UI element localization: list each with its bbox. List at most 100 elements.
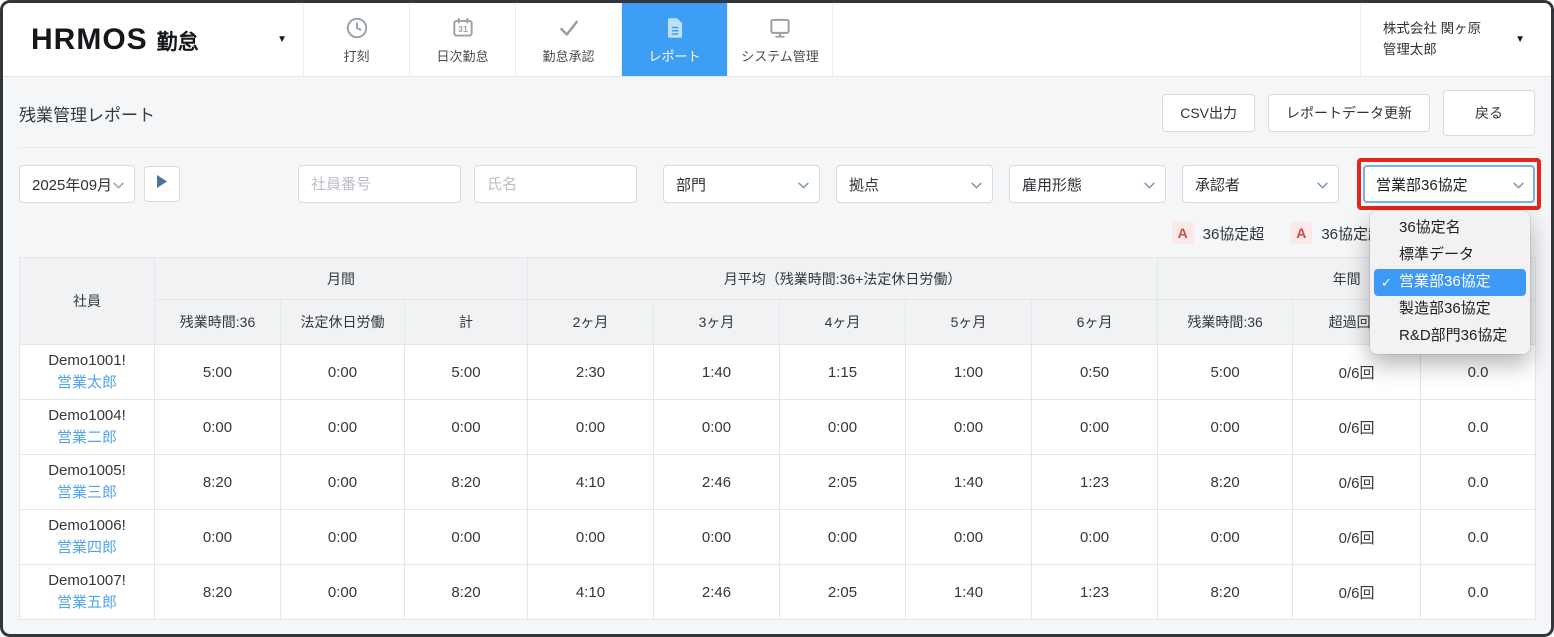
filter-row: 2025年09月 部門 拠点 雇用形態 承認者 営業部36協定	[19, 165, 1535, 203]
value-cell: 0/6回	[1293, 455, 1421, 510]
app-window: HRMOS 勤怠 ▼ 打刻31日次勤怠勤怠承認レポートシステム管理 株式会社 関…	[0, 0, 1554, 637]
overtime-report-table: 社員月間月平均（残業時間:36+法定休日労働）年間残業時間:36法定休日労働計2…	[19, 257, 1536, 620]
approver-select[interactable]: 承認者	[1182, 165, 1339, 203]
agreement-select-wrap: 営業部36協定 36協定名標準データ✓営業部36協定製造部36協定R&D部門36…	[1363, 165, 1535, 203]
nav-tabs: 打刻31日次勤怠勤怠承認レポートシステム管理	[303, 3, 833, 76]
employee-link[interactable]: 営業四郎	[57, 537, 117, 559]
column-header: 計	[405, 300, 528, 345]
employee-link[interactable]: 営業二郎	[57, 427, 117, 449]
value-cell: 0:00	[281, 510, 405, 565]
back-button[interactable]: 戻る	[1443, 90, 1535, 136]
value-cell: 0:00	[1032, 400, 1158, 455]
check-icon	[556, 15, 582, 42]
brand[interactable]: HRMOS 勤怠 ▼	[3, 3, 303, 76]
play-arrow-icon	[157, 175, 167, 193]
employee-cell: Demo1005!営業三郎	[20, 455, 155, 510]
column-header: 5ヶ月	[906, 300, 1032, 345]
value-cell: 0:00	[155, 400, 281, 455]
chevron-down-icon	[798, 176, 809, 193]
chevron-down-icon[interactable]: ▼	[1515, 34, 1525, 45]
alert-badge: A	[1290, 222, 1312, 244]
value-cell: 5:00	[1158, 345, 1293, 400]
toolbar: CSV出力レポートデータ更新戻る	[1162, 90, 1535, 136]
chevron-down-icon[interactable]: ▼	[277, 34, 287, 45]
nav-tab-system[interactable]: システム管理	[727, 3, 833, 76]
employee-name-input[interactable]	[474, 165, 637, 203]
office-select-value: 拠点	[849, 174, 879, 195]
value-cell: 4:10	[528, 565, 654, 620]
value-cell: 0.0	[1421, 400, 1536, 455]
column-header: 残業時間:36	[155, 300, 281, 345]
top-nav-bar: HRMOS 勤怠 ▼ 打刻31日次勤怠勤怠承認レポートシステム管理 株式会社 関…	[3, 3, 1551, 77]
department-select-value: 部門	[676, 174, 706, 195]
account-menu[interactable]: 株式会社 関ヶ原 管理太郎 ▼	[1360, 3, 1551, 76]
value-cell: 5:00	[155, 345, 281, 400]
value-cell: 1:00	[906, 345, 1032, 400]
column-header: 3ヶ月	[654, 300, 780, 345]
value-cell: 2:46	[654, 565, 780, 620]
value-cell: 0.0	[1421, 565, 1536, 620]
table-row: Demo1005!営業三郎8:200:008:204:102:462:051:4…	[20, 455, 1536, 510]
value-cell: 1:40	[906, 565, 1032, 620]
value-cell: 8:20	[405, 565, 528, 620]
dropdown-option[interactable]: ✓営業部36協定	[1374, 269, 1526, 296]
user-name: 管理太郎	[1383, 40, 1481, 61]
value-cell: 1:23	[1032, 565, 1158, 620]
value-cell: 2:46	[654, 455, 780, 510]
value-cell: 0:00	[281, 400, 405, 455]
value-cell: 1:40	[654, 345, 780, 400]
value-cell: 0:00	[654, 400, 780, 455]
month-select[interactable]: 2025年09月	[19, 165, 135, 203]
value-cell: 0:00	[281, 345, 405, 400]
employee-id: Demo1004!	[20, 405, 154, 427]
nav-tab-approval[interactable]: 勤怠承認	[515, 3, 621, 76]
value-cell: 0:00	[654, 510, 780, 565]
dropdown-option[interactable]: 標準データ	[1374, 242, 1526, 269]
table-body: Demo1001!営業太郎5:000:005:002:301:401:151:0…	[20, 345, 1536, 620]
nav-tab-daily[interactable]: 31日次勤怠	[409, 3, 515, 76]
value-cell: 0:00	[405, 400, 528, 455]
table-row: Demo1007!営業五郎8:200:008:204:102:462:051:4…	[20, 565, 1536, 620]
title-row: 残業管理レポート CSV出力レポートデータ更新戻る	[19, 77, 1535, 147]
agreement-select-value: 営業部36協定	[1376, 174, 1468, 195]
value-cell: 0:00	[1158, 510, 1293, 565]
nav-tab-report[interactable]: レポート	[621, 3, 727, 76]
csv-export-button[interactable]: CSV出力	[1162, 94, 1255, 132]
employment-type-select-value: 雇用形態	[1022, 174, 1082, 195]
agreement-select[interactable]: 営業部36協定	[1363, 165, 1535, 203]
chevron-down-icon	[1513, 176, 1524, 193]
dropdown-option[interactable]: R&D部門36協定	[1374, 323, 1526, 350]
value-cell: 0:00	[528, 400, 654, 455]
value-cell: 0:00	[155, 510, 281, 565]
refresh-report-button[interactable]: レポートデータ更新	[1268, 94, 1430, 132]
value-cell: 4:10	[528, 455, 654, 510]
employment-type-select[interactable]: 雇用形態	[1009, 165, 1166, 203]
table-row: Demo1006!営業四郎0:000:000:000:000:000:000:0…	[20, 510, 1536, 565]
value-cell: 0:00	[780, 510, 906, 565]
page-title: 残業管理レポート	[19, 101, 155, 126]
department-select[interactable]: 部門	[663, 165, 820, 203]
dropdown-option[interactable]: 36協定名	[1374, 215, 1526, 242]
employee-link[interactable]: 営業太郎	[57, 372, 117, 394]
chevron-down-icon	[1144, 176, 1155, 193]
employee-link[interactable]: 営業三郎	[57, 482, 117, 504]
column-header: 残業時間:36	[1158, 300, 1293, 345]
value-cell: 1:15	[780, 345, 906, 400]
column-header: 2ヶ月	[528, 300, 654, 345]
employee-link[interactable]: 営業五郎	[57, 592, 117, 614]
value-cell: 8:20	[155, 455, 281, 510]
dropdown-option[interactable]: 製造部36協定	[1374, 296, 1526, 323]
value-cell: 0/6回	[1293, 510, 1421, 565]
company-name: 株式会社 関ヶ原	[1383, 19, 1481, 40]
chevron-down-icon	[113, 176, 124, 193]
value-cell: 2:30	[528, 345, 654, 400]
value-cell: 0:00	[281, 455, 405, 510]
product-name: 勤怠	[157, 26, 199, 56]
employee-cell: Demo1001!営業太郎	[20, 345, 155, 400]
employee-id: Demo1001!	[20, 350, 154, 372]
column-header: 4ヶ月	[780, 300, 906, 345]
employee-number-input[interactable]	[298, 165, 461, 203]
office-select[interactable]: 拠点	[836, 165, 993, 203]
next-month-button[interactable]	[144, 166, 180, 202]
nav-tab-punch[interactable]: 打刻	[303, 3, 409, 76]
